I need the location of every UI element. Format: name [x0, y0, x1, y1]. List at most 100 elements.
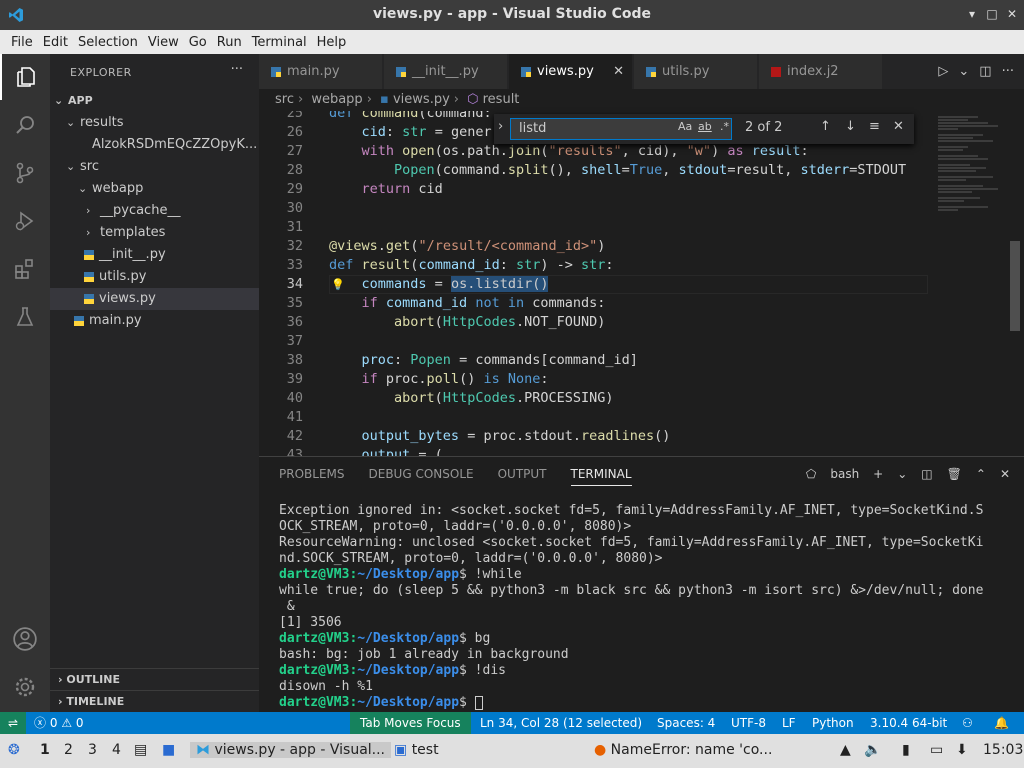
run-icon[interactable]: ▷: [938, 64, 948, 79]
menu-edit[interactable]: Edit: [38, 35, 73, 50]
code-line[interactable]: 30: [259, 199, 928, 218]
language-mode[interactable]: Python: [812, 712, 854, 734]
more-actions-icon[interactable]: ···: [1002, 64, 1014, 79]
project-root[interactable]: ⌄ APP: [50, 90, 259, 112]
arrow-up-icon[interactable]: ↑: [820, 119, 831, 134]
breadcrumb-item[interactable]: webapp: [311, 92, 362, 107]
volume-icon[interactable]: 🔈: [864, 742, 881, 758]
code-line[interactable]: 37: [259, 332, 928, 351]
tree-file-views[interactable]: views.py: [50, 288, 259, 310]
code-line[interactable]: 28 Popen(command.split(), shell=True, st…: [259, 161, 928, 180]
code-line[interactable]: 34 💡 commands = os.listdir(): [259, 275, 928, 294]
find-in-selection-icon[interactable]: ≡: [869, 119, 880, 134]
tree-folder-templates[interactable]: › templates: [50, 222, 259, 244]
remote-icon[interactable]: ⇌: [0, 712, 26, 734]
code-line[interactable]: 40 abort(HttpCodes.PROCESSING): [259, 389, 928, 408]
workspace-2[interactable]: 2: [64, 742, 73, 758]
close-tab-icon[interactable]: ✕: [613, 54, 624, 89]
notifications-icon[interactable]: 🔔: [994, 712, 1009, 734]
breadcrumb-item[interactable]: views.py: [393, 92, 450, 107]
timeline-section[interactable]: › TIMELINE: [50, 690, 259, 712]
python-interpreter[interactable]: 3.10.4 64-bit: [870, 712, 947, 734]
maximize-icon[interactable]: □: [984, 6, 1000, 22]
workspace-4[interactable]: 4: [112, 742, 121, 758]
code-line[interactable]: 38 proc: Popen = commands[command_id]: [259, 351, 928, 370]
close-icon[interactable]: ✕: [893, 119, 904, 134]
tree-folder-pycache[interactable]: › __pycache__: [50, 200, 259, 222]
terminal-output[interactable]: Exception ignored in: <socket.socket fd=…: [279, 503, 1009, 711]
code-line[interactable]: 41: [259, 408, 928, 427]
updates-icon[interactable]: ⬇: [956, 742, 968, 758]
outline-section[interactable]: › OUTLINE: [50, 668, 259, 690]
explorer-icon[interactable]: [0, 54, 50, 100]
code-line[interactable]: 42 output_bytes = proc.stdout.readlines(…: [259, 427, 928, 446]
code-line[interactable]: 43 output = (: [259, 446, 928, 456]
code-line[interactable]: 36 abort(HttpCodes.NOT_FOUND): [259, 313, 928, 332]
code-line[interactable]: 27 with open(os.path.join("results", cid…: [259, 142, 928, 161]
encoding[interactable]: UTF-8: [731, 712, 766, 734]
indentation[interactable]: Spaces: 4: [657, 712, 715, 734]
breadcrumb-item[interactable]: result: [483, 92, 520, 107]
tab-main-py[interactable]: main.py: [259, 54, 383, 89]
chevron-down-icon[interactable]: ⌄: [958, 64, 969, 79]
code-line[interactable]: 35 if command_id not in commands:: [259, 294, 928, 313]
code-line[interactable]: 29 return cid: [259, 180, 928, 199]
trash-icon[interactable]: 🗑: [947, 467, 962, 481]
menu-help[interactable]: Help: [312, 35, 352, 50]
match-case-icon[interactable]: Aa: [678, 120, 692, 133]
tree-file-init[interactable]: __init__.py: [50, 244, 259, 266]
show-desktop-icon[interactable]: ■: [162, 742, 175, 758]
more-actions-icon[interactable]: ···: [231, 62, 243, 77]
search-icon[interactable]: [0, 102, 50, 148]
end-of-line[interactable]: LF: [782, 712, 796, 734]
close-panel-icon[interactable]: ✕: [1000, 467, 1010, 481]
clipboard-icon[interactable]: ▮: [902, 742, 910, 758]
tree-folder-src[interactable]: ⌄ src: [50, 156, 259, 178]
tree-folder-results[interactable]: ⌄ results: [50, 112, 259, 134]
breadcrumb-item[interactable]: src: [275, 92, 294, 107]
tray-arrow-icon[interactable]: ▲: [840, 742, 851, 758]
settings-gear-icon[interactable]: [0, 664, 50, 710]
start-menu-icon[interactable]: ❂: [8, 742, 20, 758]
minimize-icon[interactable]: ▾: [964, 6, 980, 22]
code-line[interactable]: 32 @views.get("/result/<command_id>"): [259, 237, 928, 256]
problems-status[interactable]: ⓧ 0 ⚠ 0: [34, 712, 84, 734]
tree-file-main[interactable]: main.py: [50, 310, 259, 332]
add-terminal-icon[interactable]: +: [873, 467, 883, 481]
chevron-down-icon[interactable]: ⌄: [897, 467, 907, 481]
testing-icon[interactable]: [0, 294, 50, 340]
tab-output[interactable]: OUTPUT: [498, 467, 547, 486]
split-editor-icon[interactable]: ◫: [979, 64, 991, 79]
source-control-icon[interactable]: [0, 150, 50, 196]
feedback-icon[interactable]: ⚇: [962, 712, 973, 734]
taskbar-window-test[interactable]: ▣ test: [394, 742, 439, 758]
workspace-3[interactable]: 3: [88, 742, 97, 758]
tab-moves-focus[interactable]: Tab Moves Focus: [350, 712, 471, 734]
tab-utils-py[interactable]: utils.py: [634, 54, 758, 89]
regex-icon[interactable]: .*: [720, 120, 729, 133]
menu-terminal[interactable]: Terminal: [247, 35, 312, 50]
tab-init-py[interactable]: __init__.py: [384, 54, 508, 89]
cursor-position[interactable]: Ln 34, Col 28 (12 selected): [480, 712, 642, 734]
editor-scrollbar[interactable]: [1008, 111, 1022, 456]
tab-views-py[interactable]: views.py ✕: [509, 54, 633, 89]
minimap[interactable]: [928, 111, 1008, 456]
taskbar-window-firefox[interactable]: ● NameError: name 'co...: [594, 742, 772, 758]
tree-file-result[interactable]: AlzokRSDmEQcZZOpyK...: [50, 134, 259, 156]
menu-view[interactable]: View: [143, 35, 184, 50]
tab-index-j2[interactable]: index.j2: [759, 54, 883, 89]
tab-problems[interactable]: PROBLEMS: [279, 467, 345, 486]
menu-selection[interactable]: Selection: [73, 35, 143, 50]
split-terminal-icon[interactable]: ◫: [921, 467, 932, 481]
scrollbar-thumb[interactable]: [1010, 241, 1020, 331]
code-line[interactable]: 33 def result(command_id: str) -> str:: [259, 256, 928, 275]
lightbulb-icon[interactable]: 💡: [331, 275, 345, 294]
tree-folder-webapp[interactable]: ⌄ webapp: [50, 178, 259, 200]
tab-terminal[interactable]: TERMINAL: [570, 467, 632, 486]
menu-go[interactable]: Go: [184, 35, 212, 50]
network-icon[interactable]: ▭: [930, 742, 943, 758]
code-line[interactable]: 31: [259, 218, 928, 237]
tab-debug-console[interactable]: DEBUG CONSOLE: [369, 467, 474, 486]
file-manager-icon[interactable]: ▤: [134, 742, 147, 758]
code-editor[interactable]: 25 def command(command: 26 cid: str = gene…: [259, 111, 928, 456]
